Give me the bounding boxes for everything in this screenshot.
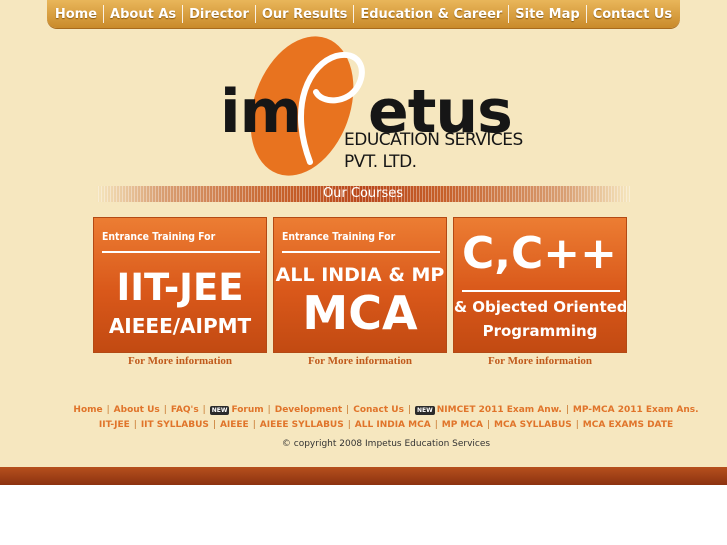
card-tagline: Entrance Training For — [102, 230, 216, 243]
card-title: MCA — [302, 286, 418, 340]
footer-link-faqs[interactable]: FAQ's — [171, 405, 199, 415]
footer-link-home[interactable]: Home — [73, 405, 102, 415]
nav-divider — [254, 5, 256, 23]
footer-link-mp-mca[interactable]: MP MCA — [442, 420, 483, 430]
footer-link-all-india-mca[interactable]: ALL INDIA MCA — [355, 420, 431, 430]
footer-link-nimcet-answers[interactable]: NIMCET 2011 Exam Anw. — [437, 405, 562, 415]
nav-about[interactable]: About As — [104, 7, 182, 22]
footer-separator: | — [202, 405, 206, 415]
card-subtitle: AIEEE/AIPMT — [108, 314, 252, 338]
nav-site-map[interactable]: Site Map — [509, 7, 585, 22]
nav-education-career[interactable]: Education & Career — [354, 7, 508, 22]
footer-link-aieee[interactable]: AIEEE — [220, 420, 249, 430]
footer-link-iit-syllabus[interactable]: IIT SYLLABUS — [141, 420, 209, 430]
footer-link-mp-mca-answers[interactable]: MP-MCA 2011 Exam Ans. — [573, 405, 699, 415]
course-card-c-cpp[interactable]: C,C++ & Objected Oriented Programming — [453, 217, 627, 353]
nav-director[interactable]: Director — [183, 7, 255, 22]
footer-separator: | — [347, 420, 351, 430]
impetus-logo: im etus EDUCATION SERVICES PVT. LTD. — [218, 34, 523, 180]
nav-divider — [585, 5, 587, 23]
footer-link-aieee-syllabus[interactable]: AIEEE SYLLABUS — [260, 420, 344, 430]
course-card-mca[interactable]: Entrance Training For ALL INDIA & MP MCA — [273, 217, 447, 353]
nav-divider — [508, 5, 510, 23]
footer-separator: | — [565, 405, 569, 415]
nav-our-results[interactable]: Our Results — [256, 7, 353, 22]
footer-link-forum[interactable]: Forum — [231, 405, 263, 415]
course-card-iit-jee[interactable]: Entrance Training For IIT-JEE AIEEE/AIPM… — [93, 217, 267, 353]
card-title: C,C++ — [462, 228, 618, 279]
new-badge-icon: NEW — [209, 405, 230, 415]
footer-link-iit-jee[interactable]: IIT-JEE — [99, 420, 130, 430]
more-info-link-mca[interactable]: For More information — [273, 355, 447, 367]
card-divider — [282, 251, 440, 253]
nav-divider — [182, 5, 184, 23]
card-title: IIT-JEE — [116, 266, 244, 309]
copyright-text: © copyright 2008 Impetus Education Servi… — [281, 439, 491, 449]
nav-contact-us[interactable]: Contact Us — [587, 7, 678, 22]
footer-link-mca-exams-date[interactable]: MCA EXAMS DATE — [583, 420, 673, 430]
card-divider — [102, 251, 260, 253]
bottom-bar — [0, 467, 727, 485]
card-divider — [462, 290, 620, 292]
card-subtitle: & Objected Oriented — [454, 298, 627, 316]
footer-link-development[interactable]: Development — [275, 405, 342, 415]
footer-separator: | — [163, 405, 167, 415]
our-courses-label: Our Courses — [322, 186, 404, 201]
footer-separator: | — [407, 405, 411, 415]
footer-separator: | — [575, 420, 579, 430]
footer-separator: | — [133, 420, 137, 430]
more-info-link-iit-jee[interactable]: For More information — [93, 355, 267, 367]
footer-separator: | — [434, 420, 438, 430]
footer-separator: | — [267, 405, 271, 415]
footer-separator: | — [212, 420, 216, 430]
our-courses-bar: Our Courses — [96, 186, 630, 202]
footer-link-mca-syllabus[interactable]: MCA SYLLABUS — [494, 420, 572, 430]
nav-home[interactable]: Home — [49, 7, 103, 22]
footer-separator: | — [106, 405, 110, 415]
footer-separator: | — [252, 420, 256, 430]
logo-subtitle-line2: PVT. LTD. — [344, 152, 417, 172]
nav-divider — [103, 5, 105, 23]
card-tagline: Entrance Training For — [282, 230, 396, 243]
footer-link-about-us[interactable]: About Us — [114, 405, 160, 415]
nav-divider — [353, 5, 355, 23]
logo-subtitle-line1: EDUCATION SERVICES — [344, 130, 523, 150]
footer-link-contact-us[interactable]: Conact Us — [353, 405, 404, 415]
more-info-link-c-cpp[interactable]: For More information — [453, 355, 627, 367]
footer-separator: | — [486, 420, 490, 430]
logo-word-left: im — [220, 77, 302, 147]
top-nav: Home About As Director Our Results Educa… — [47, 0, 680, 28]
card-subtitle-line2: Programming — [482, 322, 598, 340]
footer-links-row2: IIT-JEE | IIT SYLLABUS | AIEEE | AIEEE S… — [46, 420, 726, 430]
new-badge-icon: NEW — [414, 405, 435, 415]
card-subtitle: ALL INDIA & MP — [275, 264, 445, 286]
footer-separator: | — [346, 405, 350, 415]
footer-links-row1: Home | About Us | FAQ's | NEW Forum | De… — [46, 405, 726, 415]
